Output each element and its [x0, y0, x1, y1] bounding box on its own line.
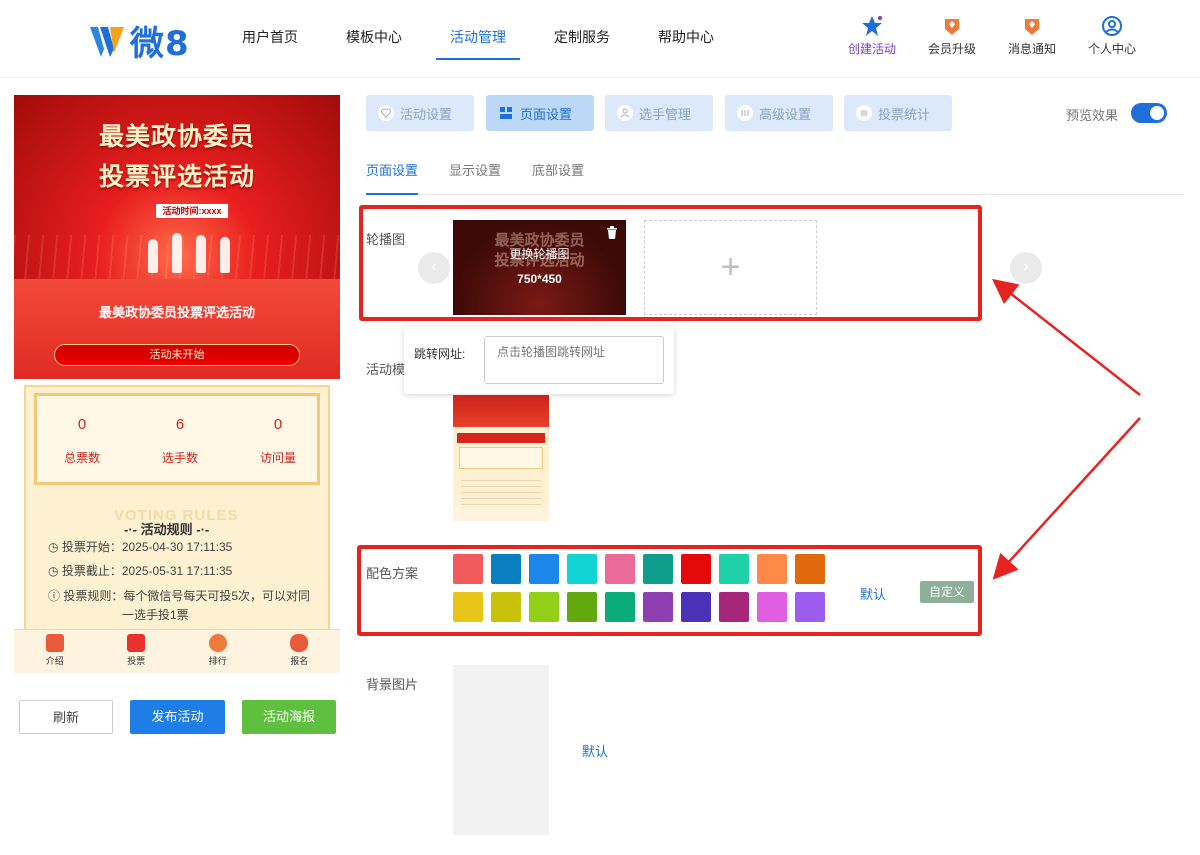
annotation-arrows	[992, 278, 1141, 580]
